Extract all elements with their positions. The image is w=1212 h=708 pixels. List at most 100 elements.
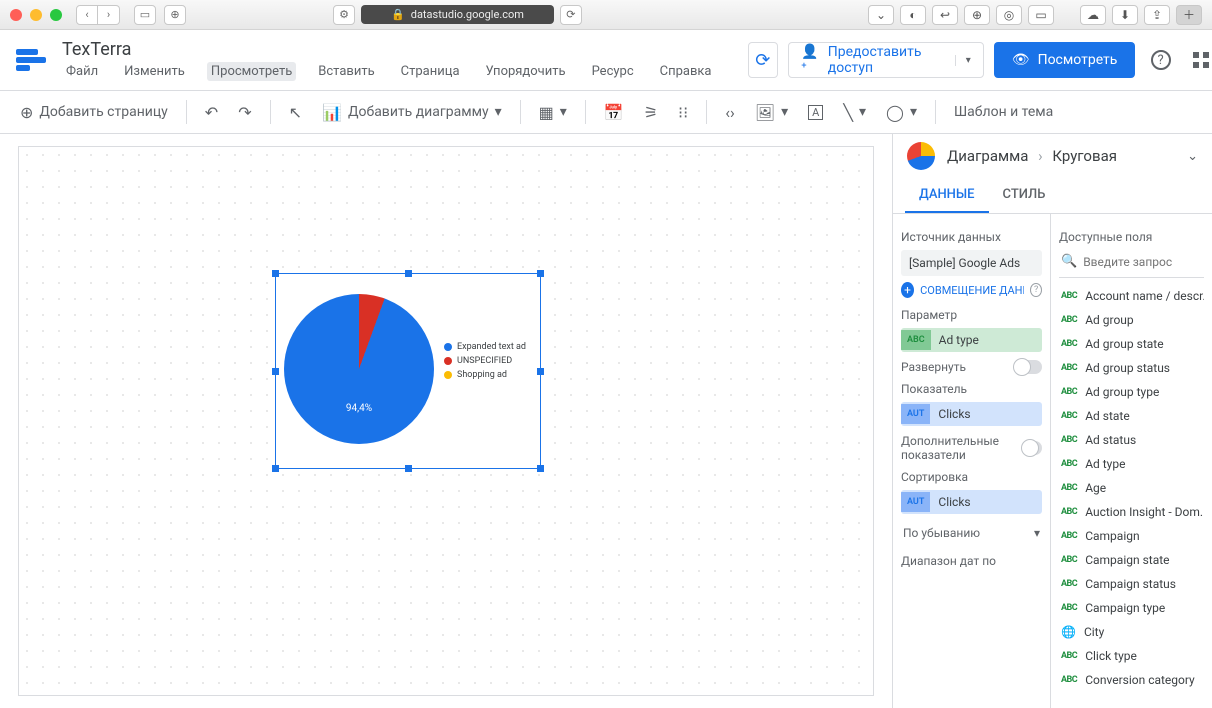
close-window[interactable]: [10, 9, 22, 21]
undo-button[interactable]: ↶: [197, 96, 226, 128]
resize-handle[interactable]: [272, 368, 279, 375]
field-name: Auction Insight - Dom...: [1085, 505, 1204, 519]
shape-button[interactable]: ◯▾: [878, 96, 925, 128]
reload-icon[interactable]: ⟳: [560, 5, 582, 25]
selected-chart[interactable]: 94,4% Expanded text ad UNSPECIFIED Shopp…: [275, 273, 541, 469]
ext-5[interactable]: ▭: [1028, 5, 1054, 25]
undo-icon: ↶: [205, 103, 218, 122]
document-title[interactable]: TexTerra: [62, 39, 716, 60]
tab-style[interactable]: СТИЛЬ: [989, 178, 1060, 213]
field-item[interactable]: ABCAd group: [1059, 308, 1204, 332]
field-item[interactable]: ABCAd group state: [1059, 332, 1204, 356]
date-control[interactable]: 📅: [596, 96, 632, 128]
globe-icon: 🌐: [1061, 625, 1076, 639]
resize-handle[interactable]: [405, 270, 412, 277]
share-icon[interactable]: ⇪: [1144, 5, 1170, 25]
ext-4[interactable]: ◎: [996, 5, 1022, 25]
sidebar-toggle[interactable]: ▭: [134, 5, 156, 25]
help-icon[interactable]: ?: [1030, 283, 1042, 297]
cloud-icon[interactable]: ☁: [1080, 5, 1106, 25]
field-item[interactable]: ABCAd status: [1059, 428, 1204, 452]
menu-insert[interactable]: Вставить: [314, 62, 378, 81]
expand-toggle[interactable]: [1014, 360, 1042, 374]
menu-file[interactable]: Файл: [62, 62, 102, 81]
field-item[interactable]: ABCAd group status: [1059, 356, 1204, 380]
extra-metrics-toggle[interactable]: [1022, 441, 1042, 455]
reader-button[interactable]: ⊕: [164, 5, 186, 25]
field-item[interactable]: ABCClick type: [1059, 644, 1204, 668]
sort-direction-dropdown[interactable]: По убыванию ▾: [901, 520, 1042, 546]
field-item[interactable]: ABCCampaign type: [1059, 596, 1204, 620]
field-item[interactable]: ABCAccount name / descr...: [1059, 284, 1204, 308]
field-item[interactable]: ABCCampaign state: [1059, 548, 1204, 572]
field-name: Campaign: [1085, 529, 1139, 543]
minimize-window[interactable]: [30, 9, 42, 21]
field-item[interactable]: ABCCampaign status: [1059, 572, 1204, 596]
ext-pocket[interactable]: ⌄: [868, 5, 894, 25]
apps-grid-icon[interactable]: [1186, 42, 1212, 78]
field-item[interactable]: ABCCampaign: [1059, 524, 1204, 548]
blend-data-link[interactable]: + СОВМЕЩЕНИЕ ДАННЫХ ?: [901, 282, 1042, 298]
crumb-chart[interactable]: Диаграмма: [947, 147, 1028, 165]
tab-data[interactable]: ДАННЫЕ: [905, 178, 989, 213]
refresh-button[interactable]: ⟳: [748, 42, 779, 78]
forward-button[interactable]: ›: [98, 5, 120, 25]
menu-edit[interactable]: Изменить: [120, 62, 189, 81]
resize-handle[interactable]: [537, 465, 544, 472]
resize-handle[interactable]: [405, 465, 412, 472]
theme-button[interactable]: Шаблон и тема: [946, 96, 1061, 128]
menu-page[interactable]: Страница: [397, 62, 464, 81]
chart-type-icon[interactable]: [907, 142, 935, 170]
metric-chip[interactable]: AUT Clicks: [901, 402, 1042, 426]
address-bar[interactable]: 🔒 datastudio.google.com: [361, 5, 554, 24]
field-item[interactable]: ABCConversion category: [1059, 668, 1204, 692]
embed-button[interactable]: ‹›: [717, 96, 743, 128]
sort-chip[interactable]: AUT Clicks: [901, 490, 1042, 514]
add-page-button[interactable]: ⊕ Добавить страницу: [12, 96, 176, 128]
download-icon[interactable]: ⬇: [1112, 5, 1138, 25]
canvas-area[interactable]: 94,4% Expanded text ad UNSPECIFIED Shopp…: [0, 134, 892, 708]
back-button[interactable]: ‹: [76, 5, 98, 25]
app-logo[interactable]: [16, 42, 46, 78]
help-button[interactable]: ?: [1145, 42, 1175, 78]
menu-resource[interactable]: Ресурс: [588, 62, 638, 81]
menu-arrange[interactable]: Упорядочить: [482, 62, 570, 81]
data-source-chip[interactable]: [Sample] Google Ads: [901, 250, 1042, 276]
menu-view[interactable]: Просмотреть: [207, 62, 296, 81]
field-item[interactable]: 🌐City: [1059, 620, 1204, 644]
resize-handle[interactable]: [537, 270, 544, 277]
maximize-window[interactable]: [50, 9, 62, 21]
ext-2[interactable]: ↩: [932, 5, 958, 25]
resize-handle[interactable]: [272, 270, 279, 277]
add-chart-button[interactable]: 📊 Добавить диаграмму ▾: [314, 96, 510, 128]
collapse-panel-icon[interactable]: ⌄: [1187, 149, 1198, 164]
field-item[interactable]: ABCAd state: [1059, 404, 1204, 428]
view-button[interactable]: 👁 Посмотреть: [994, 42, 1136, 78]
share-button[interactable]: 👤⁺ Предоставить доступ ▾: [788, 42, 984, 78]
sort-direction-label: По убыванию: [903, 526, 980, 540]
ext-1[interactable]: ◐: [900, 5, 926, 25]
redo-button[interactable]: ↷: [230, 96, 259, 128]
abc-tag: ABC: [1061, 651, 1077, 661]
text-button[interactable]: A: [800, 96, 831, 128]
fields-search-input[interactable]: [1083, 255, 1212, 269]
menu-help[interactable]: Справка: [656, 62, 716, 81]
share-dropdown-icon[interactable]: ▾: [955, 55, 971, 66]
resize-handle[interactable]: [537, 368, 544, 375]
abc-tag: ABC: [1061, 315, 1077, 325]
data-control[interactable]: ⁝⁝: [670, 96, 696, 128]
image-button[interactable]: 🖼▾: [747, 96, 796, 128]
community-viz-button[interactable]: ▦▾: [531, 96, 575, 128]
field-item[interactable]: ABCAd group type: [1059, 380, 1204, 404]
field-item[interactable]: ABCAge: [1059, 476, 1204, 500]
field-item[interactable]: ABCAd type: [1059, 452, 1204, 476]
newtab-icon[interactable]: ＋: [1176, 5, 1202, 25]
filter-control[interactable]: ⚞: [636, 96, 666, 128]
resize-handle[interactable]: [272, 465, 279, 472]
settings-icon[interactable]: ⚙: [333, 5, 355, 25]
line-button[interactable]: ╲▾: [835, 96, 874, 128]
dimension-chip[interactable]: ABC Ad type: [901, 328, 1042, 352]
field-item[interactable]: ABCAuction Insight - Dom...: [1059, 500, 1204, 524]
select-tool[interactable]: ↖: [281, 96, 310, 128]
ext-3[interactable]: ⊕: [964, 5, 990, 25]
